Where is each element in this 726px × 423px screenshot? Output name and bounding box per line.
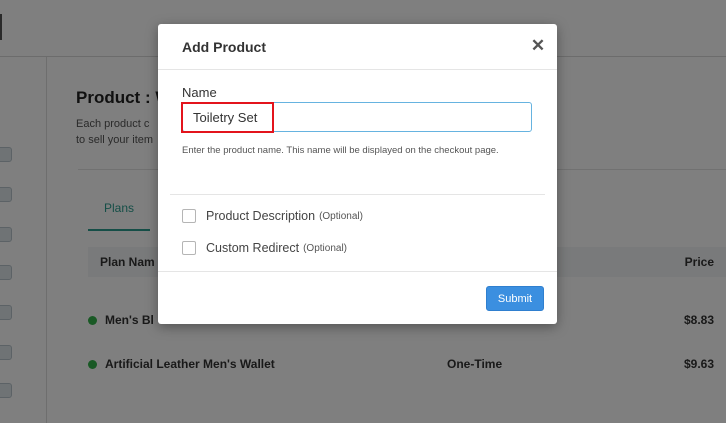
name-help-text: Enter the product name. This name will b… [182, 145, 499, 156]
dialog-title: Add Product [182, 39, 266, 55]
product-name-input[interactable] [182, 102, 532, 132]
custom-redirect-checkbox[interactable] [182, 241, 196, 255]
section-divider [170, 194, 545, 195]
footer-divider [158, 271, 557, 272]
submit-button[interactable]: Submit [486, 286, 544, 311]
optional-tag: (Optional) [303, 242, 347, 254]
option-custom-redirect[interactable]: Custom Redirect (Optional) [182, 239, 347, 257]
option-label: Custom Redirect [206, 241, 300, 255]
name-label: Name [182, 85, 217, 100]
close-icon[interactable]: ✕ [529, 37, 547, 55]
option-product-description[interactable]: Product Description (Optional) [182, 207, 363, 225]
add-product-dialog: Add Product ✕ Name Enter the product nam… [158, 24, 557, 324]
optional-tag: (Optional) [319, 210, 363, 222]
product-description-checkbox[interactable] [182, 209, 196, 223]
option-label: Product Description [206, 209, 316, 223]
dialog-header: Add Product ✕ [158, 24, 557, 70]
